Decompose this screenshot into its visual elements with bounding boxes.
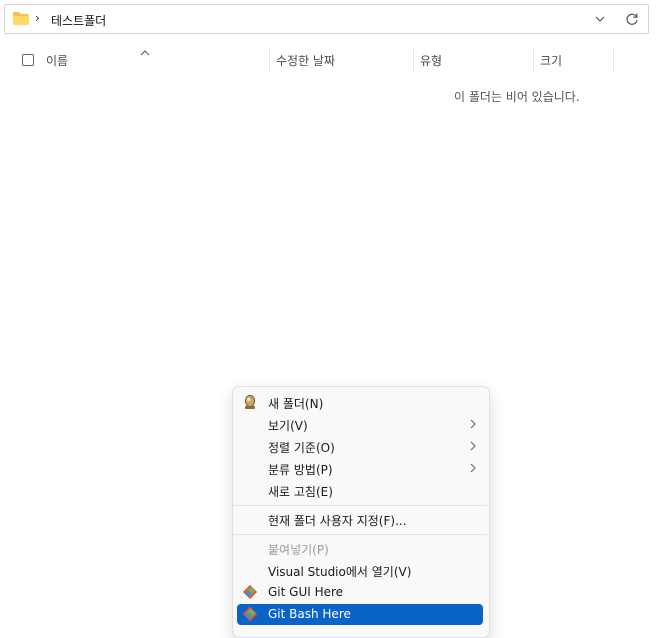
menu-label: 새로 고침(E) [268,485,333,499]
menu-item-git-gui[interactable]: Git GUI Here [237,582,483,603]
folder-icon [13,12,29,28]
breadcrumb-separator: › [35,11,40,25]
menu-item-paste: 붙여넣기(P) [237,538,483,559]
menu-label: 분류 방법(P) [268,463,333,477]
address-bar[interactable]: › 테스트폴더 [4,4,649,34]
submenu-chevron-icon [469,418,477,433]
menu-item-sort-by[interactable]: 정렬 기준(O) [237,436,483,457]
menu-item-view[interactable]: 보기(V) [237,414,483,435]
column-modified[interactable]: 수정한 날짜 [276,52,335,69]
menu-label: 새 폴더(N) [268,397,324,411]
column-divider[interactable] [533,48,534,72]
refresh-icon[interactable] [624,11,640,27]
column-type[interactable]: 유형 [420,52,442,69]
column-divider[interactable] [269,48,270,72]
menu-item-refresh[interactable]: 새로 고침(E) [237,480,483,501]
column-size[interactable]: 크기 [540,52,562,69]
menu-label: Visual Studio에서 열기(V) [268,565,412,579]
submenu-chevron-icon [469,462,477,477]
menu-label: 보기(V) [268,419,308,433]
git-icon [242,606,258,625]
menu-label: Git GUI Here [268,585,344,599]
menu-divider [233,505,487,506]
new-folder-icon [242,394,258,413]
menu-label: 정렬 기준(O) [268,441,335,455]
menu-label: Git Bash Here [268,607,351,621]
empty-folder-message: 이 폴더는 비어 있습니다. [454,90,580,104]
column-name[interactable]: 이름 [46,52,68,69]
select-all-checkbox[interactable] [22,54,34,66]
column-divider[interactable] [413,48,414,72]
menu-item-group-by[interactable]: 분류 방법(P) [237,458,483,479]
menu-label: 붙여넣기(P) [268,543,329,557]
sort-caret-icon [140,45,150,59]
menu-item-open-visual-studio[interactable]: Visual Studio에서 열기(V) [237,560,483,581]
menu-item-customize-folder[interactable]: 현재 폴더 사용자 지정(F)... [237,509,483,530]
context-menu: 새 폴더(N) 보기(V) 정렬 기준(O) 분류 방법(P) 새로 고침(E)… [232,386,490,638]
menu-item-git-bash[interactable]: Git Bash Here [237,604,483,625]
menu-label: 현재 폴더 사용자 지정(F)... [268,514,407,528]
git-icon [242,584,258,603]
menu-divider [233,534,487,535]
column-divider[interactable] [613,48,614,72]
breadcrumb-folder[interactable]: 테스트폴더 [51,12,106,29]
chevron-down-icon[interactable] [593,12,607,26]
menu-item-new-folder[interactable]: 새 폴더(N) [237,392,483,413]
submenu-chevron-icon [469,440,477,455]
